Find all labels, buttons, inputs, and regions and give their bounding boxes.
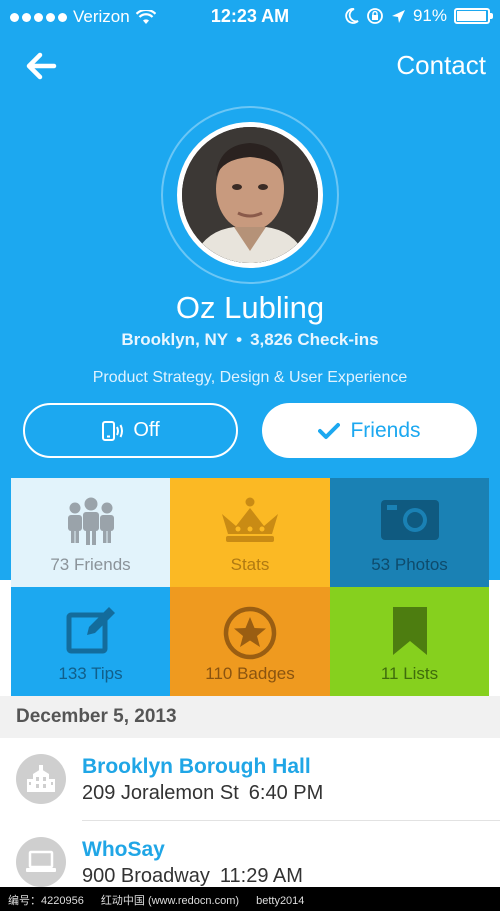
checkin-item[interactable]: Brooklyn Borough Hall 209 Joralemon St 6:…	[0, 738, 500, 820]
venue-address: 900 Broadway	[82, 865, 210, 887]
tile-badges[interactable]: 110 Badges	[170, 587, 330, 696]
venue-detail: 900 Broadway 11:29 AM	[82, 865, 303, 888]
checkin-time: 11:29 AM	[219, 865, 303, 887]
tile-friends-label: 73 Friends	[50, 555, 131, 574]
tile-tips[interactable]: 133 Tips	[11, 587, 170, 696]
author-text: betty2014	[256, 895, 305, 907]
contact-button[interactable]: Contact	[396, 50, 486, 81]
badge-star-icon	[223, 606, 277, 660]
date-label: December 5, 2013	[16, 706, 177, 727]
checkin-count: 3,826 Check-ins	[250, 330, 379, 349]
back-button[interactable]	[22, 46, 62, 86]
profile-name: Oz Lubling	[175, 290, 325, 325]
profile-location: Brooklyn, NY	[121, 330, 229, 349]
tile-lists[interactable]: 11 Lists	[330, 587, 489, 696]
back-arrow-icon	[26, 52, 57, 80]
tile-badges-label: 110 Badges	[205, 664, 295, 683]
avatar[interactable]	[177, 122, 323, 268]
battery-icon	[454, 8, 493, 24]
profile-meta: Brooklyn, NY • 3,826 Check-ins	[121, 330, 379, 349]
tile-photos[interactable]: 53 Photos	[330, 478, 489, 587]
building-icon	[27, 765, 55, 792]
laptop-icon	[26, 850, 56, 872]
rotation-lock-icon	[367, 8, 383, 24]
checkin-time: 6:40 PM	[248, 782, 324, 804]
friends-label: Friends	[350, 418, 421, 442]
battery-percent: 91%	[412, 6, 447, 25]
image-id-text: 编号：4220956	[8, 895, 84, 907]
tile-lists-label: 11 Lists	[380, 664, 439, 683]
date-section-header: December 5, 2013	[0, 696, 500, 738]
notifications-toggle-button[interactable]: Off	[23, 403, 238, 458]
phone-vibrate-icon	[102, 420, 124, 441]
profile-photo	[182, 127, 318, 263]
venue-category-badge	[16, 754, 66, 804]
camera-icon	[380, 500, 439, 540]
friends-button[interactable]: Friends	[262, 403, 477, 458]
bookmark-icon	[392, 607, 427, 655]
tile-stats-label: Stats	[230, 555, 270, 574]
venue-address: 209 Joralemon St	[82, 782, 239, 804]
edit-icon	[66, 607, 115, 654]
watermark-footer: 编号：4220956 红动中国 (www.redocn.com) betty20…	[0, 887, 500, 911]
tile-tips-label: 133 Tips	[58, 664, 123, 683]
stats-grid: 73 Friends Stats 53 Photos 133 Tips 110 …	[11, 478, 489, 696]
notifications-label: Off	[133, 419, 160, 441]
tile-stats[interactable]: Stats	[170, 478, 330, 587]
site-text: 红动中国 (www.redocn.com)	[100, 895, 240, 907]
tile-photos-label: 53 Photos	[371, 555, 448, 574]
profile-bio: Product Strategy, Design & User Experien…	[92, 369, 408, 386]
venue-name: Brooklyn Borough Hall	[82, 755, 311, 778]
people-icon	[67, 497, 114, 545]
checkmark-icon	[318, 422, 341, 439]
venue-category-badge	[16, 837, 66, 887]
status-bar: Verizon 12:23 AM 91%	[0, 0, 500, 34]
moon-icon	[345, 8, 359, 24]
crown-icon	[222, 497, 278, 542]
tile-friends[interactable]: 73 Friends	[11, 478, 170, 587]
venue-detail: 209 Joralemon St 6:40 PM	[82, 782, 323, 805]
location-arrow-icon	[391, 9, 405, 23]
venue-name: WhoSay	[82, 838, 165, 861]
